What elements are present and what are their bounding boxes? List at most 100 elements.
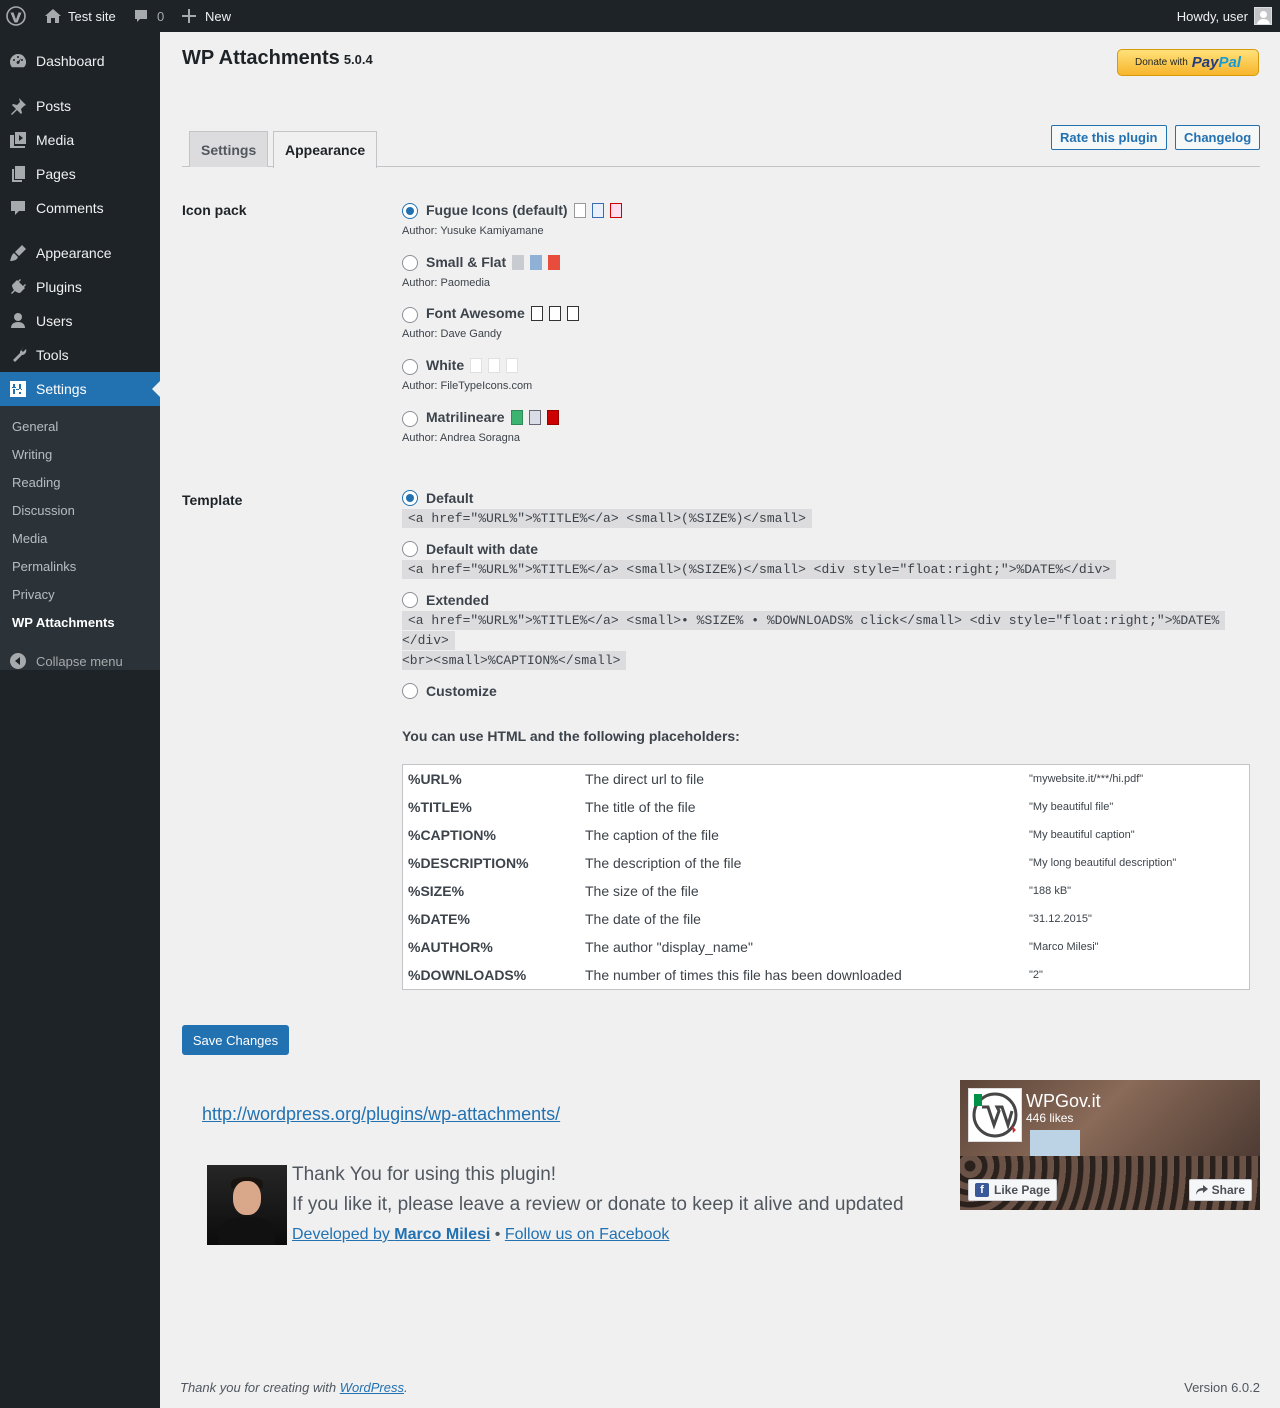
placeholder-desc: The size of the file [585,883,699,899]
menu-item-users[interactable]: Users [0,304,160,338]
menu-item-tools[interactable]: Tools [0,338,160,372]
wordpress-logo-icon[interactable] [6,0,26,32]
template-radio-extended[interactable] [402,592,418,608]
facebook-page-widget[interactable]: WPGov.it 446 likes f Like Page Share [960,1080,1260,1210]
option-label: White [426,357,465,373]
placeholder-example: "My long beautiful description" [1029,857,1177,869]
separator: • [490,1226,505,1243]
thanks-line-1: Thank You for using this plugin! [292,1164,557,1185]
iconpack-radio-matrilineare[interactable] [402,411,418,427]
site-name-link[interactable]: Test site [44,0,116,32]
submenu-item-general[interactable]: General [12,419,58,434]
author-photo [207,1165,287,1245]
menu-item-settings[interactable]: Settings [0,372,160,406]
placeholder-example: "mywebsite.it/***/hi.pdf" [1029,773,1144,785]
pdf-file-icon [609,202,622,218]
submenu-item-privacy[interactable]: Privacy [12,587,55,602]
menu-item-dashboard[interactable]: Dashboard [0,44,160,78]
menu-label: Appearance [36,245,112,261]
option-label: Matrilineare [426,409,505,425]
word-file-icon [530,254,543,270]
code-snippet: <a href="%URL%">%TITLE%</a> <small>• %SI… [402,611,1226,630]
file-icon [512,254,525,270]
fb-share-button[interactable]: Share [1188,1179,1252,1201]
placeholder-key: %DESCRIPTION% [408,855,529,871]
placeholder-desc: The author "display_name" [585,939,753,955]
page-title: WP Attachments 5.0.4 [182,47,373,70]
menu-item-media[interactable]: Media [0,123,160,157]
template-heading: Template [182,492,243,508]
file-icon [530,305,543,321]
fb-page-name[interactable]: WPGov.it [1026,1091,1101,1112]
paypal-donate-button[interactable]: Donate with PayPal [1117,49,1259,76]
menu-item-plugins[interactable]: Plugins [0,270,160,304]
tab-appearance[interactable]: Appearance [273,131,378,168]
footer-suffix: . [404,1380,408,1395]
plugin-version: 5.0.4 [343,52,373,67]
placeholder-desc: The direct url to file [585,771,705,787]
paypal-logo: PayPal [1192,54,1241,71]
template-option-extended[interactable]: Extended [426,592,489,608]
template-option-default[interactable]: Default [426,490,473,506]
menu-item-comments[interactable]: Comments [0,191,160,225]
iconpack-option-white[interactable]: White [426,357,519,373]
placeholder-example: "31.12.2015" [1029,913,1092,925]
submenu-item-reading[interactable]: Reading [12,475,60,490]
submenu-item-media[interactable]: Media [12,531,47,546]
changelog-button[interactable]: Changelog [1175,125,1261,150]
menu-item-posts[interactable]: Posts [0,89,160,123]
submenu-item-discussion[interactable]: Discussion [12,503,75,518]
plugin-page-link[interactable]: http://wordpress.org/plugins/wp-attachme… [202,1104,560,1125]
code-snippet: </div> [402,631,455,650]
menu-item-appearance[interactable]: Appearance [0,236,160,270]
table-row: %URL% The direct url to file "mywebsite.it… [403,765,1249,793]
comments-link[interactable]: 0 [133,0,164,32]
placeholder-key: %DOWNLOADS% [408,967,527,983]
placeholder-key: %DATE% [408,911,470,927]
fb-like-page-button[interactable]: f Like Page [968,1179,1058,1201]
menu-item-pages[interactable]: Pages [0,157,160,191]
word-file-icon [548,305,561,321]
iconpack-option-fugue[interactable]: Fugue Icons (default) [426,202,622,218]
iconpack-radio-font-awesome[interactable] [402,307,418,323]
placeholder-key: %CAPTION% [408,827,496,843]
placeholder-desc: The title of the file [585,799,696,815]
pdf-file-icon [566,305,579,321]
my-account[interactable]: Howdy, user [1177,0,1272,32]
word-file-icon [488,357,501,373]
rate-plugin-button[interactable]: Rate this plugin [1051,125,1167,150]
table-row: %AUTHOR% The author "display_name" "Marco … [403,933,1249,961]
iconpack-radio-fugue[interactable] [402,203,418,219]
table-row: %CAPTION% The caption of the file "My beau… [403,821,1249,849]
iconpack-author: Author: FileTypeIcons.com [402,380,533,392]
iconpack-radio-small-flat[interactable] [402,255,418,271]
template-option-customize[interactable]: Customize [426,683,497,699]
developer-link[interactable]: Developed by Marco Milesi [292,1226,490,1243]
tab-settings[interactable]: Settings [189,131,269,167]
menu-label: Settings [36,381,87,397]
comments-count: 0 [157,8,165,24]
iconpack-option-font-awesome[interactable]: Font Awesome [426,305,579,321]
facebook-follow-link[interactable]: Follow us on Facebook [505,1226,670,1243]
iconpack-option-small-flat[interactable]: Small & Flat [426,254,561,270]
save-changes-button[interactable]: Save Changes [182,1025,289,1055]
footer-prefix: Thank you for creating with [180,1380,340,1395]
collapse-menu-button[interactable]: Collapse menu [0,650,160,672]
iconpack-radio-white[interactable] [402,359,418,375]
file-icon [510,409,523,425]
placeholder-example: "188 kB" [1029,885,1072,897]
submenu-item-writing[interactable]: Writing [12,447,52,462]
file-icon [470,357,483,373]
submenu-item-permalinks[interactable]: Permalinks [12,559,76,574]
wordpress-link[interactable]: WordPress [340,1380,404,1395]
thanks-line-2: If you like it, please leave a review or… [292,1194,904,1215]
iconpack-option-matrilineare[interactable]: Matrilineare [426,409,559,425]
template-radio-default[interactable] [402,490,418,506]
media-icon [10,132,26,148]
template-option-default-date[interactable]: Default with date [426,541,538,557]
template-radio-customize[interactable] [402,683,418,699]
placeholder-key: %TITLE% [408,799,472,815]
new-content-link[interactable]: New [182,0,231,32]
template-radio-default-date[interactable] [402,541,418,557]
submenu-item-wp-attachments[interactable]: WP Attachments [12,615,115,630]
